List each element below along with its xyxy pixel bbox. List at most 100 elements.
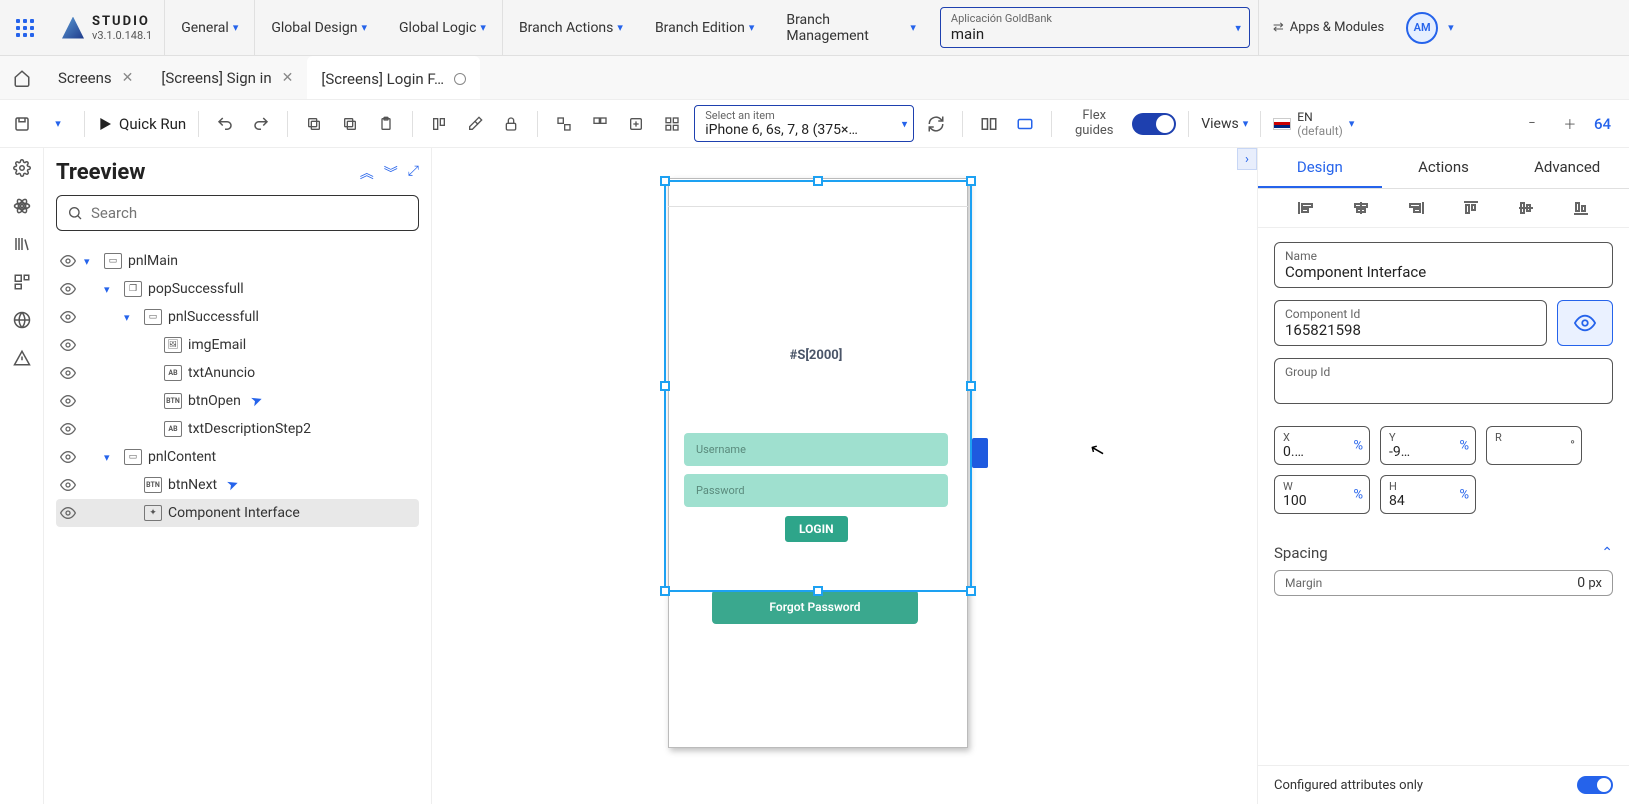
library-icon[interactable] bbox=[12, 234, 32, 254]
tree-row[interactable]: 🖼imgEmail bbox=[56, 331, 419, 359]
resize-handle[interactable] bbox=[660, 381, 670, 391]
eyedropper-button[interactable] bbox=[461, 110, 489, 138]
globe-icon[interactable] bbox=[12, 310, 32, 330]
tree-row[interactable]: BTNbtnOpen➤ bbox=[56, 387, 419, 415]
cut-button[interactable] bbox=[336, 110, 364, 138]
chevron-down-icon[interactable]: ▾ bbox=[124, 311, 138, 324]
quick-run-button[interactable]: Quick Run bbox=[97, 115, 186, 133]
save-button[interactable] bbox=[8, 110, 36, 138]
visibility-icon[interactable] bbox=[60, 281, 78, 297]
redo-button[interactable] bbox=[247, 110, 275, 138]
layout2-button[interactable] bbox=[1011, 110, 1039, 138]
visibility-icon[interactable] bbox=[60, 505, 78, 521]
menu-global-design[interactable]: Global Design ▾ bbox=[254, 0, 383, 55]
resize-handle[interactable] bbox=[966, 176, 976, 186]
undo-button[interactable] bbox=[211, 110, 239, 138]
group-id-field[interactable]: Group Id bbox=[1274, 358, 1613, 404]
menu-global-logic[interactable]: Global Logic ▾ bbox=[383, 20, 502, 36]
resize-handle[interactable] bbox=[660, 586, 670, 596]
canvas[interactable]: › #S[2000] Username Password LOGIN Forgo… bbox=[432, 148, 1257, 804]
align-left-icon[interactable] bbox=[1296, 199, 1316, 217]
zoom-out-button[interactable]: − bbox=[1518, 110, 1546, 138]
tree-row[interactable]: ABtxtAnuncio bbox=[56, 359, 419, 387]
user-menu[interactable]: AM ▾ bbox=[1398, 12, 1464, 44]
resize-handle[interactable] bbox=[966, 381, 976, 391]
close-icon[interactable]: ✕ bbox=[282, 70, 294, 86]
align-center-h-icon[interactable] bbox=[1351, 199, 1371, 217]
chevron-down-icon[interactable]: ▾ bbox=[104, 451, 118, 464]
resize-handle[interactable] bbox=[813, 176, 823, 186]
tab-actions[interactable]: Actions bbox=[1382, 148, 1506, 188]
visibility-icon[interactable] bbox=[60, 253, 78, 269]
tab-signin[interactable]: [Screens] Sign in ✕ bbox=[147, 56, 307, 99]
paste-button[interactable] bbox=[372, 110, 400, 138]
visibility-icon[interactable] bbox=[60, 337, 78, 353]
ungroup-button[interactable] bbox=[586, 110, 614, 138]
search-input[interactable] bbox=[91, 204, 408, 222]
visibility-icon[interactable] bbox=[60, 309, 78, 325]
add-button[interactable] bbox=[622, 110, 650, 138]
refresh-button[interactable] bbox=[922, 110, 950, 138]
visibility-icon[interactable] bbox=[60, 365, 78, 381]
chevron-down-icon[interactable]: ▾ bbox=[84, 255, 98, 268]
save-dropdown[interactable]: ▾ bbox=[44, 110, 72, 138]
group-button[interactable] bbox=[550, 110, 578, 138]
resize-handle[interactable] bbox=[966, 586, 976, 596]
visibility-icon[interactable] bbox=[60, 421, 78, 437]
spacing-section-header[interactable]: Spacing ⌃ bbox=[1274, 536, 1613, 570]
menu-branch-management[interactable]: Branch Management ▾ bbox=[770, 12, 932, 44]
align-bottom-icon[interactable] bbox=[1571, 199, 1591, 217]
selection-box[interactable] bbox=[664, 180, 972, 592]
width-field[interactable]: W 100 % bbox=[1274, 475, 1370, 514]
x-field[interactable]: X 0.… % bbox=[1274, 426, 1370, 465]
format-button[interactable] bbox=[425, 110, 453, 138]
tree-row[interactable]: ▾▭pnlSuccessfull bbox=[56, 303, 419, 331]
warning-icon[interactable] bbox=[12, 348, 32, 368]
zoom-in-button[interactable]: ＋ bbox=[1556, 110, 1584, 138]
resize-handle[interactable] bbox=[660, 176, 670, 186]
home-button[interactable] bbox=[0, 69, 44, 87]
menu-branch-edition[interactable]: Branch Edition ▾ bbox=[639, 20, 770, 36]
menu-branch-actions[interactable]: Branch Actions ▾ bbox=[502, 0, 639, 55]
settings-icon[interactable] bbox=[12, 158, 32, 178]
expand-icon[interactable]: ⤢ bbox=[408, 163, 419, 183]
align-right-icon[interactable] bbox=[1406, 199, 1426, 217]
visibility-icon[interactable] bbox=[60, 449, 78, 465]
tab-screens[interactable]: Screens ✕ bbox=[44, 56, 147, 99]
tree-row[interactable]: ▾❐popSuccessfull bbox=[56, 275, 419, 303]
margin-field[interactable]: Margin 0 px bbox=[1274, 570, 1613, 596]
app-menu-icon[interactable] bbox=[0, 19, 50, 37]
tree-row[interactable]: ▾▭pnlContent bbox=[56, 443, 419, 471]
height-field[interactable]: H 84 % bbox=[1380, 475, 1476, 514]
project-selector[interactable]: Aplicación GoldBank main ▾ bbox=[940, 7, 1250, 48]
selection-side-handle[interactable] bbox=[972, 438, 988, 468]
flex-guides-toggle[interactable] bbox=[1132, 113, 1176, 135]
visibility-icon[interactable] bbox=[60, 393, 78, 409]
component-id-field[interactable]: Component Id 165821598 bbox=[1274, 300, 1547, 346]
chevron-down-icon[interactable]: ▾ bbox=[104, 283, 118, 296]
view-component-button[interactable] bbox=[1557, 300, 1613, 346]
copy-button[interactable] bbox=[300, 110, 328, 138]
tree-row[interactable]: ▾▭pnlMain bbox=[56, 247, 419, 275]
tab-design[interactable]: Design bbox=[1258, 148, 1382, 188]
rotation-field[interactable]: R ° bbox=[1486, 426, 1582, 465]
collapse-up-icon[interactable]: ︽ bbox=[360, 163, 374, 183]
tree-row[interactable]: ABtxtDescriptionStep2 bbox=[56, 415, 419, 443]
name-field[interactable]: Name Component Interface bbox=[1274, 242, 1613, 288]
atom-icon[interactable] bbox=[12, 196, 32, 216]
align-center-v-icon[interactable] bbox=[1516, 199, 1536, 217]
components-icon[interactable] bbox=[12, 272, 32, 292]
configured-only-toggle[interactable] bbox=[1577, 776, 1613, 794]
search-input-wrapper[interactable] bbox=[56, 195, 419, 231]
menu-general[interactable]: General ▾ bbox=[164, 0, 254, 55]
resize-handle[interactable] bbox=[813, 586, 823, 596]
apps-modules-button[interactable]: ⇄ Apps & Modules bbox=[1258, 0, 1398, 55]
tree-row[interactable]: BTNbtnNext➤ bbox=[56, 471, 419, 499]
expand-down-icon[interactable]: ︾ bbox=[384, 163, 398, 183]
close-icon[interactable]: ✕ bbox=[122, 70, 134, 86]
y-field[interactable]: Y -9… % bbox=[1380, 426, 1476, 465]
align-top-icon[interactable] bbox=[1461, 199, 1481, 217]
tree-row[interactable]: ✦Component Interface bbox=[56, 499, 419, 527]
tab-login[interactable]: [Screens] Login F… bbox=[307, 56, 480, 99]
device-selector[interactable]: Select an item iPhone 6, 6s, 7, 8 (375×…… bbox=[694, 105, 914, 142]
